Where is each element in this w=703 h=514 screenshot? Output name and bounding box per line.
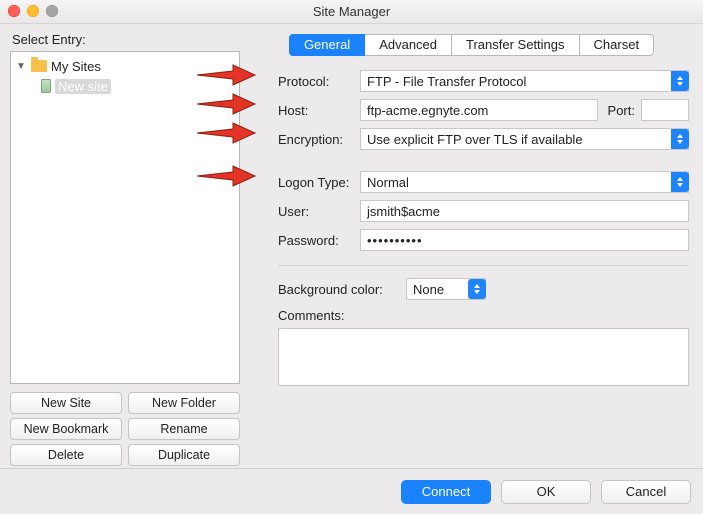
- new-folder-button[interactable]: New Folder: [128, 392, 240, 414]
- comments-label: Comments:: [278, 308, 344, 323]
- comments-textarea[interactable]: [278, 328, 689, 386]
- tab-charset[interactable]: Charset: [580, 34, 655, 56]
- close-icon[interactable]: [8, 5, 20, 17]
- encryption-label: Encryption:: [278, 132, 360, 147]
- bgcolor-value: None: [413, 282, 468, 297]
- new-site-button[interactable]: New Site: [10, 392, 122, 414]
- protocol-select[interactable]: FTP - File Transfer Protocol: [360, 70, 689, 92]
- tree-child-row[interactable]: New site: [11, 76, 239, 96]
- ok-button[interactable]: OK: [501, 480, 591, 504]
- divider: [278, 265, 689, 266]
- titlebar: Site Manager: [0, 0, 703, 24]
- password-label: Password:: [278, 233, 360, 248]
- rename-button[interactable]: Rename: [128, 418, 240, 440]
- tab-transfer[interactable]: Transfer Settings: [452, 34, 580, 56]
- window-title: Site Manager: [313, 4, 390, 19]
- protocol-value: FTP - File Transfer Protocol: [367, 74, 671, 89]
- port-label: Port:: [608, 103, 635, 118]
- disclosure-icon[interactable]: ▼: [15, 61, 27, 72]
- tree-root-label: My Sites: [51, 59, 101, 74]
- logon-type-value: Normal: [367, 175, 671, 190]
- connect-button[interactable]: Connect: [401, 480, 491, 504]
- tab-general[interactable]: General: [289, 34, 365, 56]
- settings-form: Protocol: FTP - File Transfer Protocol H…: [250, 68, 693, 386]
- host-value: ftp-acme.egnyte.com: [367, 103, 488, 118]
- minimize-icon[interactable]: [27, 5, 39, 17]
- site-tree[interactable]: ▼ My Sites New site: [10, 51, 240, 384]
- dropdown-icon: [671, 172, 689, 192]
- dropdown-icon: [468, 279, 486, 299]
- new-bookmark-button[interactable]: New Bookmark: [10, 418, 122, 440]
- delete-button[interactable]: Delete: [10, 444, 122, 466]
- cancel-button[interactable]: Cancel: [601, 480, 691, 504]
- port-input[interactable]: [641, 99, 689, 121]
- password-input[interactable]: ••••••••••: [360, 229, 689, 251]
- bgcolor-label: Background color:: [278, 282, 406, 297]
- user-label: User:: [278, 204, 360, 219]
- zoom-icon: [46, 5, 58, 17]
- duplicate-button[interactable]: Duplicate: [128, 444, 240, 466]
- encryption-select[interactable]: Use explicit FTP over TLS if available: [360, 128, 689, 150]
- tab-advanced[interactable]: Advanced: [365, 34, 452, 56]
- right-panel: General Advanced Transfer Settings Chars…: [240, 32, 693, 466]
- host-label: Host:: [278, 103, 360, 118]
- protocol-label: Protocol:: [278, 74, 360, 89]
- dropdown-icon: [671, 129, 689, 149]
- folder-icon: [31, 60, 47, 72]
- user-input[interactable]: jsmith$acme: [360, 200, 689, 222]
- logon-type-label: Logon Type:: [278, 175, 360, 190]
- logon-type-select[interactable]: Normal: [360, 171, 689, 193]
- server-icon: [41, 79, 51, 93]
- tab-bar: General Advanced Transfer Settings Chars…: [289, 34, 654, 56]
- dropdown-icon: [671, 71, 689, 91]
- traffic-lights: [8, 5, 58, 17]
- bgcolor-select[interactable]: None: [406, 278, 486, 300]
- tree-child-label: New site: [55, 79, 111, 94]
- select-entry-label: Select Entry:: [10, 32, 240, 47]
- encryption-value: Use explicit FTP over TLS if available: [367, 132, 671, 147]
- host-input[interactable]: ftp-acme.egnyte.com: [360, 99, 598, 121]
- password-value: ••••••••••: [367, 233, 423, 248]
- user-value: jsmith$acme: [367, 204, 440, 219]
- footer: Connect OK Cancel: [0, 468, 703, 514]
- left-panel: Select Entry: ▼ My Sites New site New Si…: [10, 32, 240, 466]
- tree-root-row[interactable]: ▼ My Sites: [11, 56, 239, 76]
